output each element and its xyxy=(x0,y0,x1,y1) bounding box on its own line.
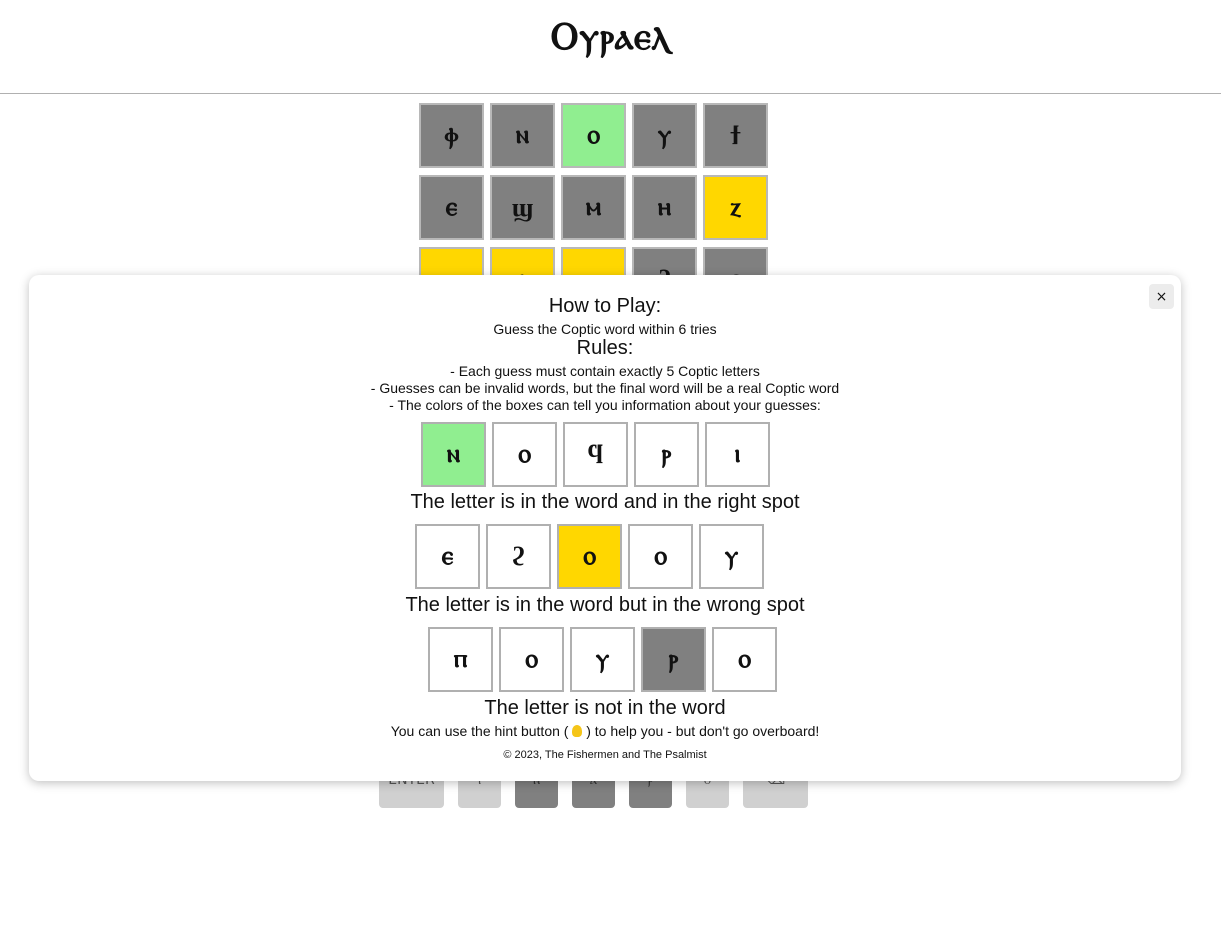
example-row-absent: ⲡ ⲟ ⲩ ⲣ ⲟ xyxy=(428,627,777,692)
example-tile: ⲡ xyxy=(428,627,493,692)
board-row: ⲉ ϣ ⲙ ⲏ ⲍ xyxy=(419,175,768,240)
header: Ⲟⲩⲣⲁⲉⲗ xyxy=(0,0,1221,94)
board-tile: ⲏ xyxy=(632,175,697,240)
board-row: ⲫ ⲛ ⲟ ⲩ ϯ xyxy=(419,103,768,168)
rule-item: - Guesses can be invalid words, but the … xyxy=(370,380,840,396)
example-tile: ⲛ xyxy=(421,422,486,487)
example-tile: ⲣ xyxy=(641,627,706,692)
board-tile: ⲟ xyxy=(561,103,626,168)
example-row-correct: ⲛ ⲟ ϥ ⲣ ⲓ xyxy=(421,422,770,487)
board-tile: ⲛ xyxy=(490,103,555,168)
board-tile: ⲫ xyxy=(419,103,484,168)
example-tile: ⲟ xyxy=(499,627,564,692)
example-tile: ⲩ xyxy=(570,627,635,692)
board-tile: ⲩ xyxy=(632,103,697,168)
rule-item: - Each guess must contain exactly 5 Copt… xyxy=(450,363,760,379)
board-tile: ⲙ xyxy=(561,175,626,240)
lightbulb-icon xyxy=(572,725,583,737)
hint-text-after: ) to help you - but don't go overboard! xyxy=(586,723,820,739)
how-to-play-modal: × How to Play: Guess the Coptic word wit… xyxy=(29,275,1181,781)
example-caption: The letter is in the word but in the wro… xyxy=(405,594,805,616)
example-row-present: ⲉ ϩ ⲟ ⲟ ⲩ xyxy=(415,524,764,589)
intro-text: Guess the Coptic word within 6 tries xyxy=(493,321,717,337)
example-caption: The letter is not in the word xyxy=(484,697,726,719)
hint-text: You can use the hint button ( ) to help … xyxy=(29,723,1181,739)
example-tile: ϥ xyxy=(563,422,628,487)
example-tile: ⲉ xyxy=(415,524,480,589)
example-tile: ϩ xyxy=(486,524,551,589)
example-tile: ⲟ xyxy=(712,627,777,692)
example-tile: ⲟ xyxy=(492,422,557,487)
example-tile: ⲟ xyxy=(557,524,622,589)
app-title: Ⲟⲩⲣⲁⲉⲗ xyxy=(550,14,671,58)
board-tile: ⲍ xyxy=(703,175,768,240)
rules-heading: Rules: xyxy=(576,337,634,359)
board-tile: ⲉ xyxy=(419,175,484,240)
example-tile: ⲣ xyxy=(634,422,699,487)
board-tile: ϯ xyxy=(703,103,768,168)
example-tile: ⲩ xyxy=(699,524,764,589)
modal-title: How to Play: xyxy=(548,295,662,317)
example-caption: The letter is in the word and in the rig… xyxy=(410,491,800,513)
board-tile: ϣ xyxy=(490,175,555,240)
hint-text-before: You can use the hint button ( xyxy=(390,723,569,739)
example-tile: ⲟ xyxy=(628,524,693,589)
example-tile: ⲓ xyxy=(705,422,770,487)
rule-item: - The colors of the boxes can tell you i… xyxy=(389,397,821,413)
copyright: © 2023, The Fishermen and The Psalmist xyxy=(503,749,707,761)
